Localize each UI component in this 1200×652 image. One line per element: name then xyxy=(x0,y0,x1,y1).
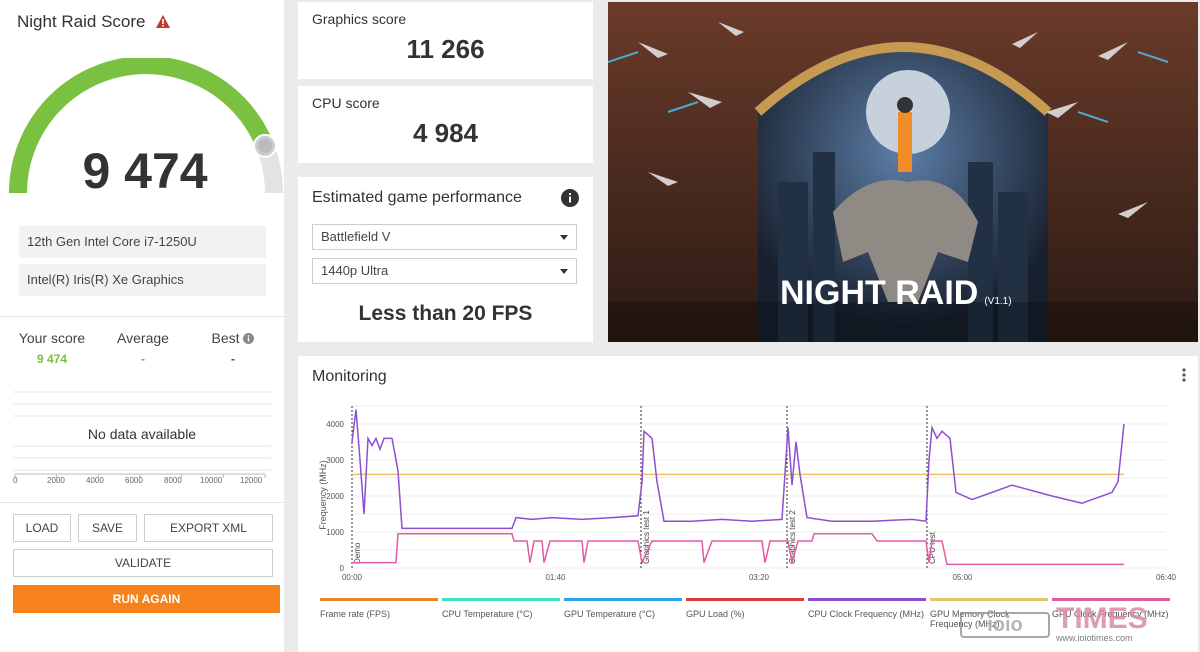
x-tick-label: 03:20 xyxy=(749,573,770,582)
x-tick-label: 01:40 xyxy=(545,573,566,582)
validate-button[interactable]: VALIDATE xyxy=(13,549,273,577)
average-value: - xyxy=(141,352,145,366)
info-icon[interactable] xyxy=(243,333,255,344)
your-score-value: 9 474 xyxy=(36,352,68,366)
y-tick-label: 4000 xyxy=(326,420,344,429)
run-again-button[interactable]: RUN AGAIN xyxy=(13,585,280,613)
best-col: Best - xyxy=(193,330,273,366)
section-marker-label: Demo xyxy=(353,542,362,564)
best-value: - xyxy=(231,352,235,366)
estimate-title: Estimated game performance xyxy=(312,189,522,206)
benchmark-hero-image: NIGHT RAID (V1.1) xyxy=(608,2,1198,342)
panel-title: Night Raid Score xyxy=(17,12,171,32)
axis-tick-5: 10000 xyxy=(200,476,223,485)
y-tick-label: 2000 xyxy=(326,492,344,501)
chevron-down-icon xyxy=(560,235,568,240)
save-button[interactable]: SAVE xyxy=(78,514,137,542)
legend-item-frame-rate[interactable]: Frame rate (FPS) xyxy=(320,598,438,619)
resolution-select[interactable]: 1440p Ultra xyxy=(312,258,577,284)
legend-item-gpu-temperature[interactable]: GPU Temperature (°C) xyxy=(564,598,682,619)
watermark: ioio TIMES www.ioiotimes.com xyxy=(960,602,1190,646)
cpu-score-value: 4 984 xyxy=(412,118,479,148)
graphics-score-label: Graphics score xyxy=(312,11,407,27)
load-button[interactable]: LOAD xyxy=(13,514,71,542)
y-tick-label: 1000 xyxy=(326,528,344,537)
export-xml-button[interactable]: EXPORT XML xyxy=(144,514,273,542)
score-panel: Night Raid Score 9 474 12th Gen Intel Co… xyxy=(0,0,284,652)
watermark-url: www.ioiotimes.com xyxy=(1056,633,1133,643)
watermark-text: TIMES xyxy=(1056,602,1148,635)
average-col: Average - xyxy=(103,330,183,366)
legend-item-cpu-temperature[interactable]: CPU Temperature (°C) xyxy=(442,598,560,619)
axis-tick-0: 0 xyxy=(13,476,18,485)
no-data-label: No data available xyxy=(87,426,197,442)
distribution-axis-labels: 0 2000 4000 6000 8000 10000 12000 xyxy=(13,476,271,488)
fps-estimate: Less than 20 FPS xyxy=(358,302,533,325)
graphics-score-card: Graphics score 11 266 xyxy=(298,2,593,79)
hero-title: NIGHT RAID (V1.1) xyxy=(780,274,1012,312)
section-marker-label: Graphics test 2 xyxy=(788,510,797,564)
graphics-score-value: 11 266 xyxy=(406,34,485,64)
cpu-name: 12th Gen Intel Core i7-1250U xyxy=(19,226,266,258)
y-tick-label: 3000 xyxy=(326,456,344,465)
main-score: 9 474 xyxy=(82,143,208,199)
legend-item-cpu-clock[interactable]: CPU Clock Frequency (MHz) xyxy=(808,598,926,619)
legend-item-gpu-load[interactable]: GPU Load (%) xyxy=(686,598,804,619)
axis-tick-2: 4000 xyxy=(86,476,104,485)
monitoring-title: Monitoring xyxy=(312,368,387,385)
monitoring-chart: 0 1000 2000 3000 4000 00:00 01:40 03:20 05:00 06:… xyxy=(326,405,1177,582)
game-select[interactable]: Battlefield V xyxy=(312,224,577,250)
cpu-score-card: CPU score 4 984 xyxy=(298,86,593,163)
cpu-score-label: CPU score xyxy=(312,95,380,111)
x-tick-label: 05:00 xyxy=(952,573,973,582)
axis-tick-6: 12000 xyxy=(240,476,263,485)
series-cpu-clock xyxy=(351,409,1125,530)
gpu-name: Intel(R) Iris(R) Xe Graphics xyxy=(19,264,266,296)
chevron-down-icon xyxy=(560,269,568,274)
watermark-logo: ioio xyxy=(960,612,1050,638)
more-options-icon[interactable] xyxy=(1182,368,1186,382)
series-gpu-clock xyxy=(352,533,1124,566)
axis-tick-3: 6000 xyxy=(125,476,143,485)
your-score-col: Your score 9 474 xyxy=(12,330,92,366)
axis-tick-1: 2000 xyxy=(47,476,65,485)
x-tick-label: 06:40 xyxy=(1156,573,1177,582)
estimated-performance-card: Estimated game performance Battlefield V… xyxy=(298,177,593,342)
y-axis-label: Frequency (MHz) xyxy=(318,460,328,530)
axis-tick-4: 8000 xyxy=(164,476,182,485)
section-marker-label: Graphics test 1 xyxy=(642,510,651,564)
x-tick-label: 00:00 xyxy=(342,573,363,582)
warning-icon[interactable] xyxy=(156,15,171,28)
info-icon[interactable] xyxy=(561,189,579,207)
y-tick-label: 0 xyxy=(340,564,345,573)
